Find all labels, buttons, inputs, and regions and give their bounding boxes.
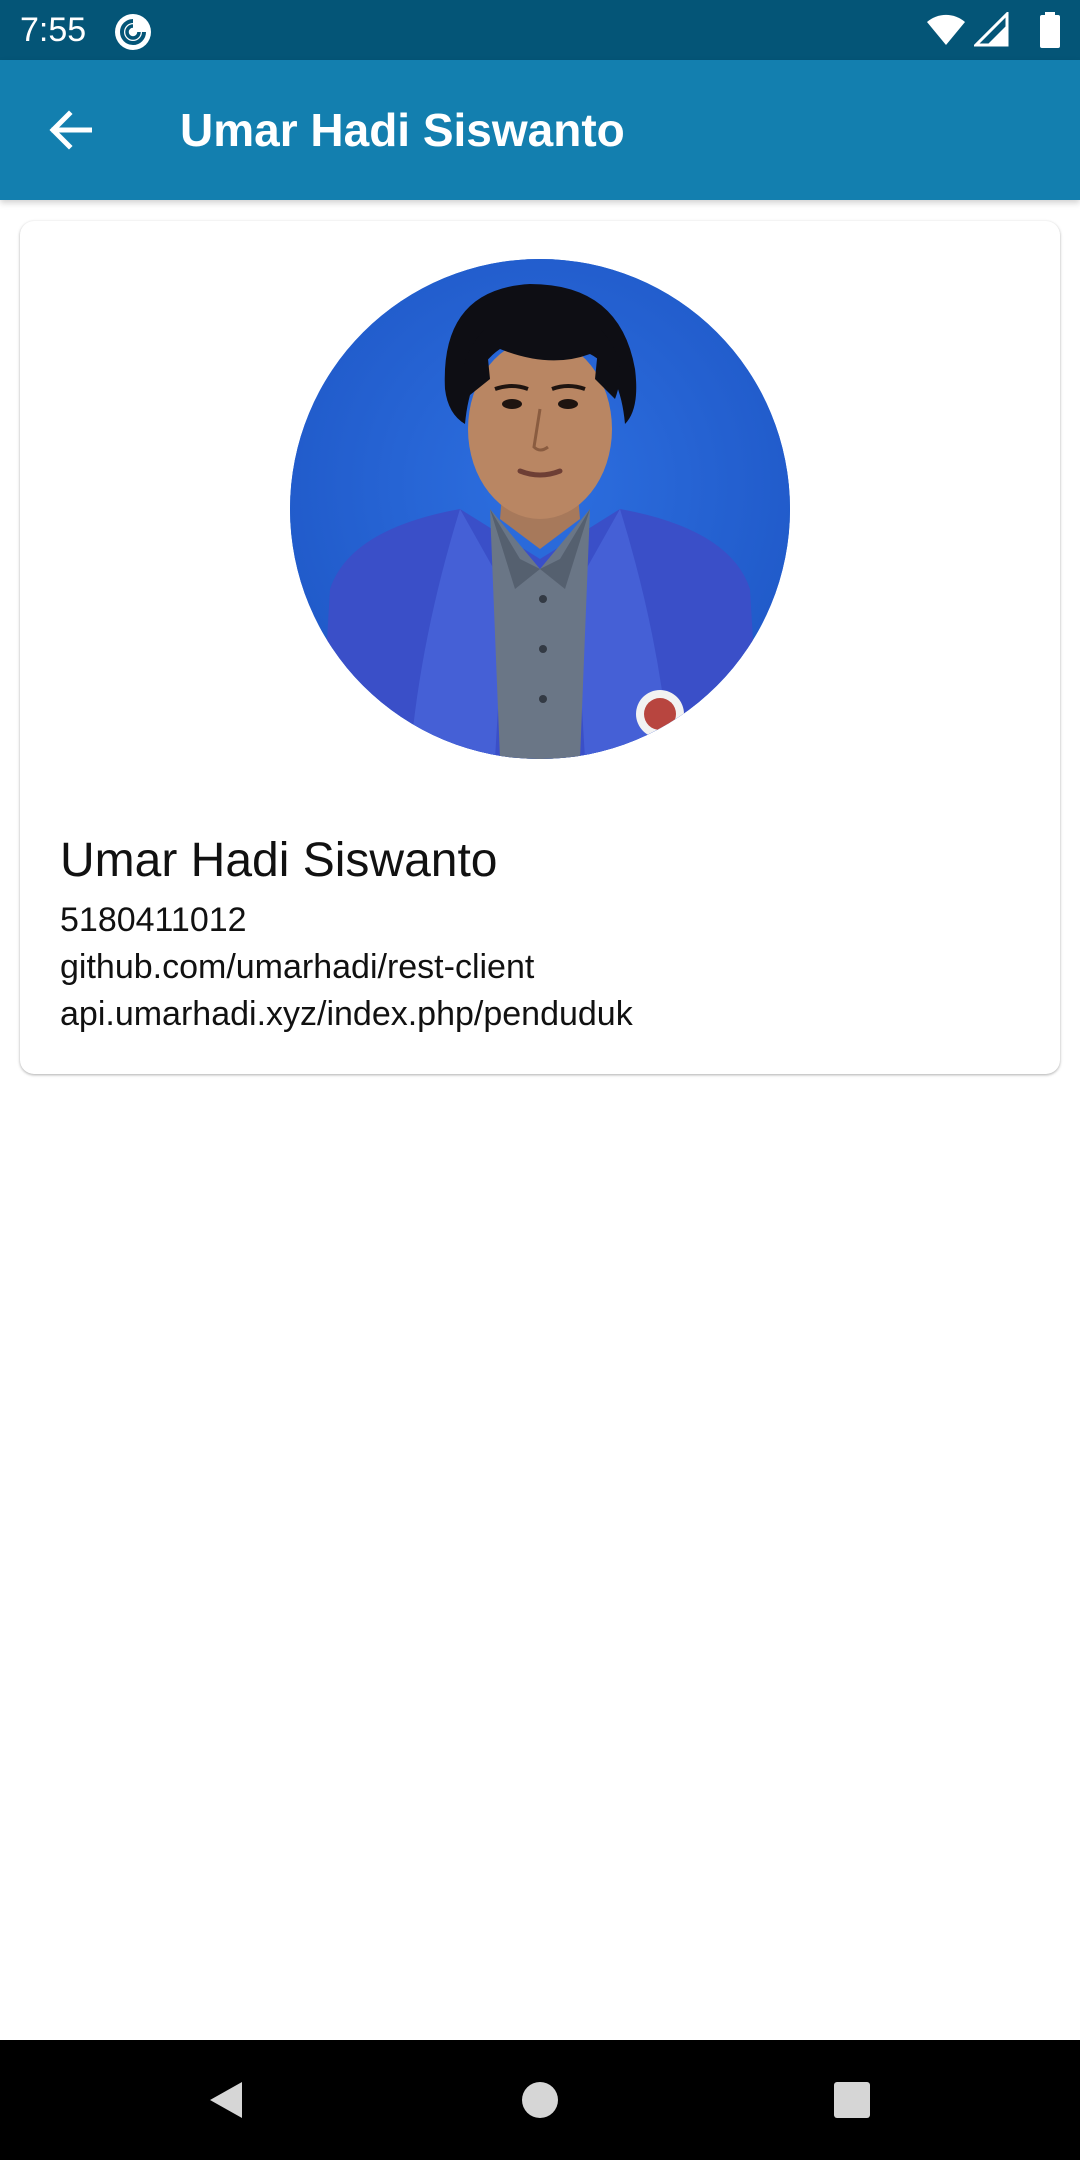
nav-recents-button[interactable] bbox=[812, 2060, 892, 2140]
page-title: Umar Hadi Siswanto bbox=[180, 104, 625, 156]
back-button[interactable] bbox=[30, 95, 110, 165]
profile-photo bbox=[290, 259, 790, 759]
nav-home-icon bbox=[522, 2082, 558, 2118]
cell-signal-icon bbox=[974, 12, 1009, 47]
wifi-icon bbox=[927, 14, 965, 46]
arrow-back-icon bbox=[49, 110, 92, 150]
pocket-casts-icon bbox=[114, 13, 152, 51]
status-time: 7:55 bbox=[20, 11, 87, 49]
app-bar: Umar Hadi Siswanto bbox=[0, 60, 1080, 200]
profile-name: Umar Hadi Siswanto bbox=[60, 834, 498, 887]
nav-home-button[interactable] bbox=[500, 2060, 580, 2140]
profile-api-endpoint: api.umarhadi.xyz/index.php/penduduk bbox=[60, 995, 633, 1033]
profile-repository: github.com/umarhadi/rest-client bbox=[60, 948, 535, 986]
nav-back-icon bbox=[210, 2082, 242, 2118]
nav-back-button[interactable] bbox=[186, 2060, 266, 2140]
nav-recents-icon bbox=[834, 2082, 870, 2118]
status-bar: 7:55 bbox=[0, 0, 1080, 60]
profile-card: Umar Hadi Siswanto 5180411012 github.com… bbox=[20, 221, 1060, 1074]
profile-id-number: 5180411012 bbox=[60, 901, 247, 939]
screen: 7:55 Umar Hadi Siswanto Umar Hadi Siswan… bbox=[0, 0, 1080, 2160]
system-nav-bar bbox=[0, 2040, 1080, 2160]
battery-icon bbox=[1040, 12, 1060, 48]
